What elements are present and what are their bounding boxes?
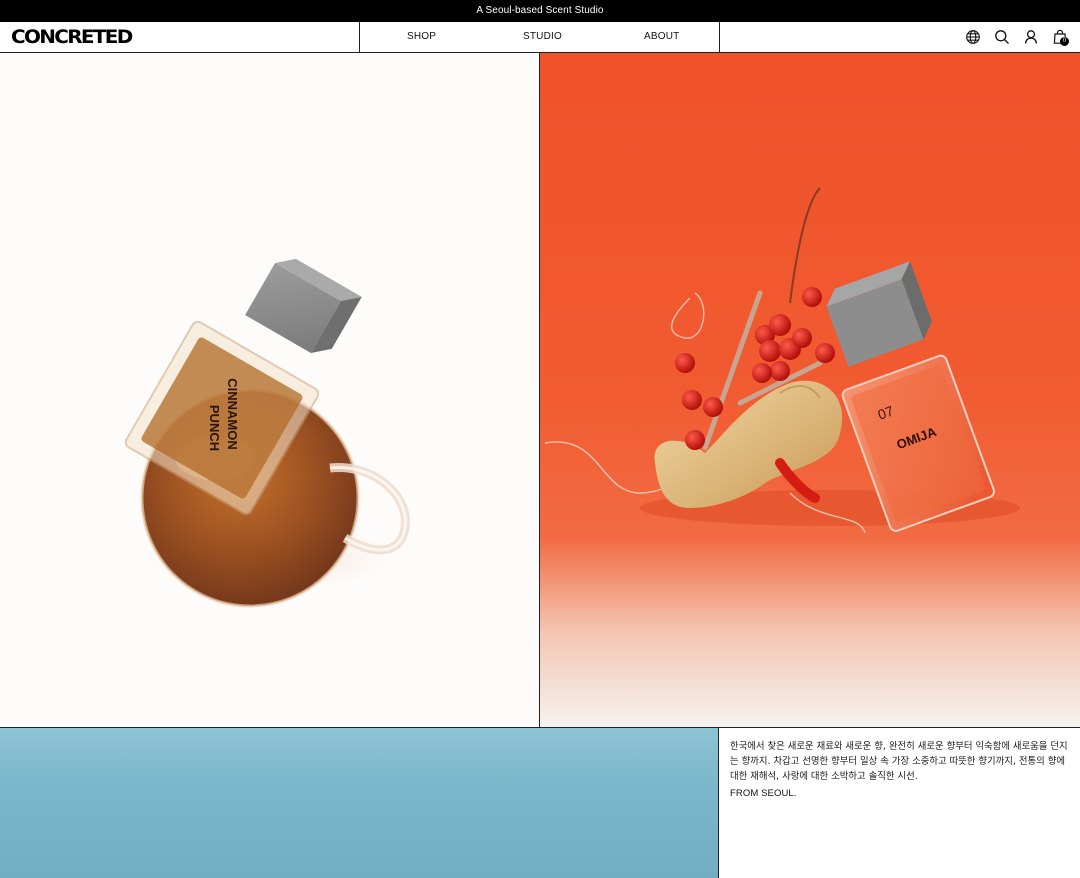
announcement-text: A Seoul-based Scent Studio: [476, 5, 604, 16]
nav-shop-link[interactable]: SHOP: [407, 22, 436, 52]
cinnamon-punch-photo: CINNAMON PUNCH: [120, 258, 420, 608]
hero-image-omija[interactable]: 07 OMIJA: [540, 53, 1080, 727]
bottle-label-line1: CINNAMON: [225, 378, 240, 450]
globe-icon[interactable]: [964, 28, 982, 46]
intro-section: 한국에서 찾은 새로운 재료와 새로운 향, 완전히 새로운 향부터 익숙함에 …: [720, 728, 1080, 878]
hero-image-blue[interactable]: [0, 728, 719, 878]
main-nav: SHOP STUDIO ABOUT: [359, 22, 720, 52]
hero-image-cinnamon-punch[interactable]: CINNAMON PUNCH: [0, 53, 540, 727]
intro-tagline: FROM SEOUL.: [730, 788, 797, 799]
shopping-bag-icon[interactable]: 0: [1051, 28, 1069, 46]
account-icon[interactable]: [1022, 28, 1040, 46]
omija-photo: 07 OMIJA: [544, 187, 1020, 534]
bottle-label-line2: PUNCH: [207, 405, 222, 451]
nav-about-link[interactable]: ABOUT: [644, 22, 679, 52]
brand-logo[interactable]: CONCRETED: [11, 27, 133, 47]
nav-studio-link[interactable]: STUDIO: [523, 22, 562, 52]
search-icon[interactable]: [993, 28, 1011, 46]
announcement-bar: A Seoul-based Scent Studio: [0, 0, 1080, 22]
intro-description: 한국에서 찾은 새로운 재료와 새로운 향, 완전히 새로운 향부터 익숙함에 …: [730, 741, 1068, 782]
site-header: CONCRETED SHOP STUDIO ABOUT 0: [0, 22, 1080, 53]
cart-count-badge: 0: [1060, 37, 1069, 46]
